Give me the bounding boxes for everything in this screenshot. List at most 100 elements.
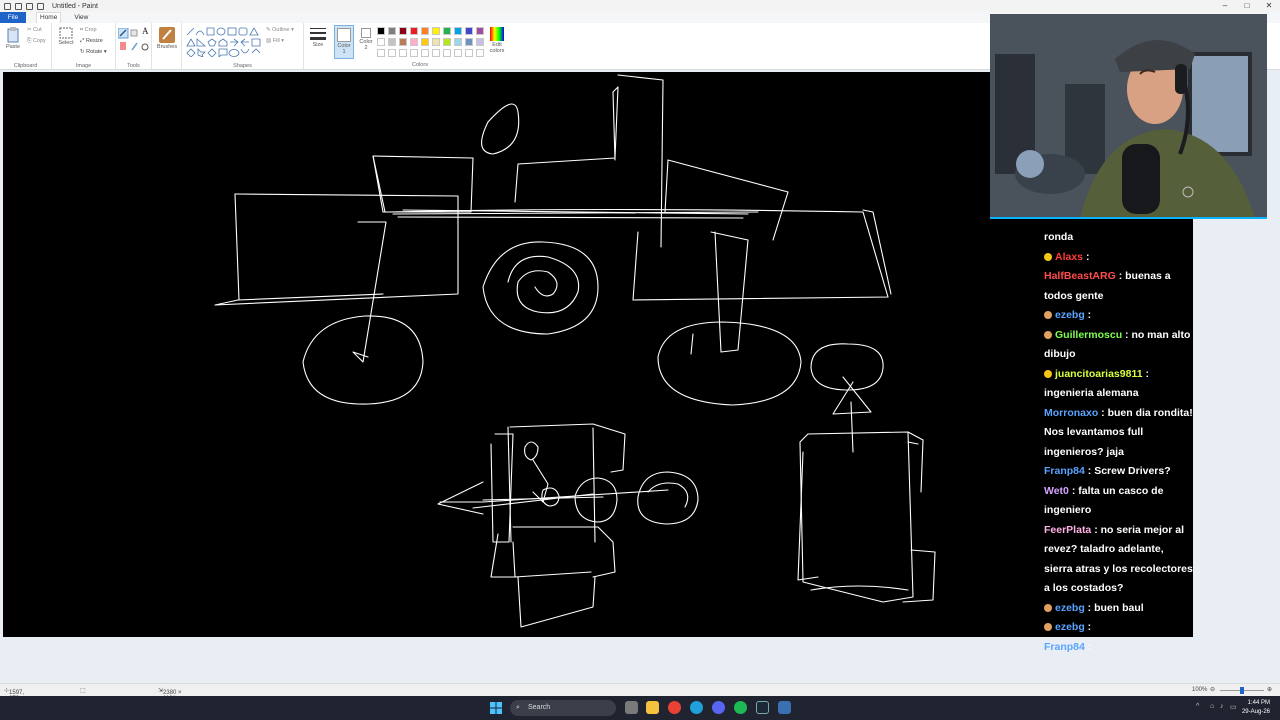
cut-button[interactable]: ✂ Cut: [27, 27, 42, 33]
chat-badge-icon: [1044, 603, 1052, 612]
chat-text: ronda: [1044, 231, 1074, 243]
size-icon: [310, 28, 326, 40]
custom-color-slot[interactable]: [432, 49, 440, 57]
undo-icon[interactable]: [26, 2, 33, 10]
save-icon[interactable]: [15, 2, 22, 10]
discord-icon[interactable]: [712, 701, 725, 714]
chat-message: FeerPlata : no seria mejor al revez? tal…: [1044, 521, 1194, 599]
fill-dropdown[interactable]: ▨ Fill ▾: [266, 38, 284, 44]
rotate-button[interactable]: ↻ Rotate ▾: [80, 49, 107, 55]
color-swatch[interactable]: [432, 27, 440, 35]
windows-start-icon[interactable]: [490, 702, 502, 714]
custom-color-slot[interactable]: [443, 49, 451, 57]
zoom-slider-thumb[interactable]: [1240, 687, 1244, 694]
steam-icon[interactable]: [756, 701, 769, 714]
custom-color-slot[interactable]: [410, 49, 418, 57]
color-swatch[interactable]: [377, 27, 385, 35]
color-swatch[interactable]: [454, 27, 462, 35]
color-swatch[interactable]: [388, 38, 396, 46]
color-swatch[interactable]: [443, 27, 451, 35]
custom-color-slot[interactable]: [388, 49, 396, 57]
chat-badge-icon: [1044, 252, 1052, 261]
zoom-in-button[interactable]: ⊕: [1267, 686, 1272, 693]
color1-button[interactable]: Color 1: [334, 25, 354, 59]
chat-username: HalfBeastARG: [1044, 270, 1116, 282]
chat-text: :: [1084, 640, 1092, 653]
redo-icon[interactable]: [37, 2, 44, 10]
chat-username: Franp84: [1044, 640, 1085, 653]
custom-color-slot[interactable]: [377, 49, 385, 57]
color-swatch[interactable]: [432, 38, 440, 46]
clipboard-group: Paste ✂ Cut ⎘ Copy Clipboard: [0, 23, 52, 70]
chat-message: Franp84 :: [1044, 638, 1194, 658]
color2-button[interactable]: Color 2: [356, 26, 376, 51]
zoom-out-button[interactable]: ⊖: [1210, 686, 1215, 693]
color-swatch[interactable]: [476, 38, 484, 46]
minimize-button[interactable]: –: [1214, 0, 1236, 12]
system-clock[interactable]: 1:44 PM 29-Aug-26: [1242, 699, 1270, 717]
color-swatch[interactable]: [410, 27, 418, 35]
custom-color-slot[interactable]: [399, 49, 407, 57]
spotify-icon[interactable]: [734, 701, 747, 714]
text-tool[interactable]: A: [142, 26, 149, 36]
network-icon[interactable]: ⌂: [1210, 703, 1214, 710]
zoom-level: 100%: [1192, 687, 1208, 693]
tray-chevron-icon[interactable]: ^: [1196, 703, 1199, 710]
search-icon: ⌕: [516, 704, 520, 711]
outline-dropdown[interactable]: ✎ Outline ▾: [266, 27, 294, 33]
color-swatch[interactable]: [443, 38, 451, 46]
custom-color-slot[interactable]: [465, 49, 473, 57]
paint-icon[interactable]: [778, 701, 791, 714]
color-swatch[interactable]: [377, 38, 385, 46]
tab-home[interactable]: Home: [36, 12, 62, 23]
chat-overlay: ronda Alaxs : HalfBeastARG : buenas a tod…: [1044, 228, 1194, 657]
custom-color-slot[interactable]: [476, 49, 484, 57]
app-icon: [4, 2, 11, 10]
chat-message: HalfBeastARG : buenas a todos gente: [1044, 267, 1194, 306]
battery-icon[interactable]: ▭: [1230, 703, 1237, 711]
file-menu-button[interactable]: File: [0, 12, 26, 23]
file-explorer-icon[interactable]: [646, 701, 659, 714]
color-swatch[interactable]: [454, 38, 462, 46]
streamer-video: [990, 14, 1267, 217]
chat-message: Guillermoscu : no man alto dibujo: [1044, 326, 1194, 365]
chat-message: Wet0 : falta un casco de ingeniero: [1044, 482, 1194, 521]
maximize-button[interactable]: □: [1236, 0, 1258, 12]
resize-button[interactable]: ⤢ Resize: [80, 38, 103, 45]
color-swatch[interactable]: [465, 38, 473, 46]
color-swatch[interactable]: [476, 27, 484, 35]
custom-color-slot[interactable]: [421, 49, 429, 57]
close-button[interactable]: ✕: [1258, 0, 1280, 12]
color-swatch[interactable]: [421, 27, 429, 35]
select-button[interactable]: Select: [56, 27, 76, 46]
paste-button[interactable]: Paste: [4, 27, 22, 50]
color-swatch[interactable]: [399, 27, 407, 35]
color-swatch[interactable]: [388, 27, 396, 35]
chat-username: Morronaxo: [1044, 406, 1099, 419]
chat-message: Franp84 : Screw Drivers?: [1044, 462, 1194, 482]
chat-badge-icon: [1044, 369, 1052, 378]
color-swatch[interactable]: [421, 38, 429, 46]
color2-swatch: [361, 28, 371, 38]
crop-button[interactable]: ⌗ Crop: [80, 27, 97, 34]
tab-view[interactable]: View: [71, 14, 91, 21]
color-swatch[interactable]: [399, 38, 407, 46]
chat-text: :: [1083, 250, 1090, 263]
status-bar: ⊹ 1597, 679px ⬚ ⇲ 2380 × 1131px 100% ⊖ ⊕: [0, 683, 1280, 702]
edge-icon[interactable]: [690, 701, 703, 714]
edit-colors-button[interactable]: Edit colors: [488, 27, 506, 54]
taskbar-search[interactable]: ⌕ Search: [510, 700, 616, 716]
chat-message: ezebg : buen baul: [1044, 599, 1194, 619]
shapes-gallery[interactable]: [186, 27, 264, 57]
chrome-icon[interactable]: [668, 701, 681, 714]
color-swatch[interactable]: [465, 27, 473, 35]
copy-button[interactable]: ⎘ Copy: [27, 38, 46, 45]
color-swatch[interactable]: [410, 38, 418, 46]
brushes-button[interactable]: Brushes: [156, 27, 178, 50]
chat-badge-icon: [1044, 330, 1052, 339]
image-label: Image: [75, 63, 92, 69]
task-view-icon[interactable]: [625, 701, 638, 714]
volume-icon[interactable]: ♪: [1220, 703, 1224, 710]
size-button[interactable]: Size: [308, 27, 328, 48]
custom-color-slot[interactable]: [454, 49, 462, 57]
